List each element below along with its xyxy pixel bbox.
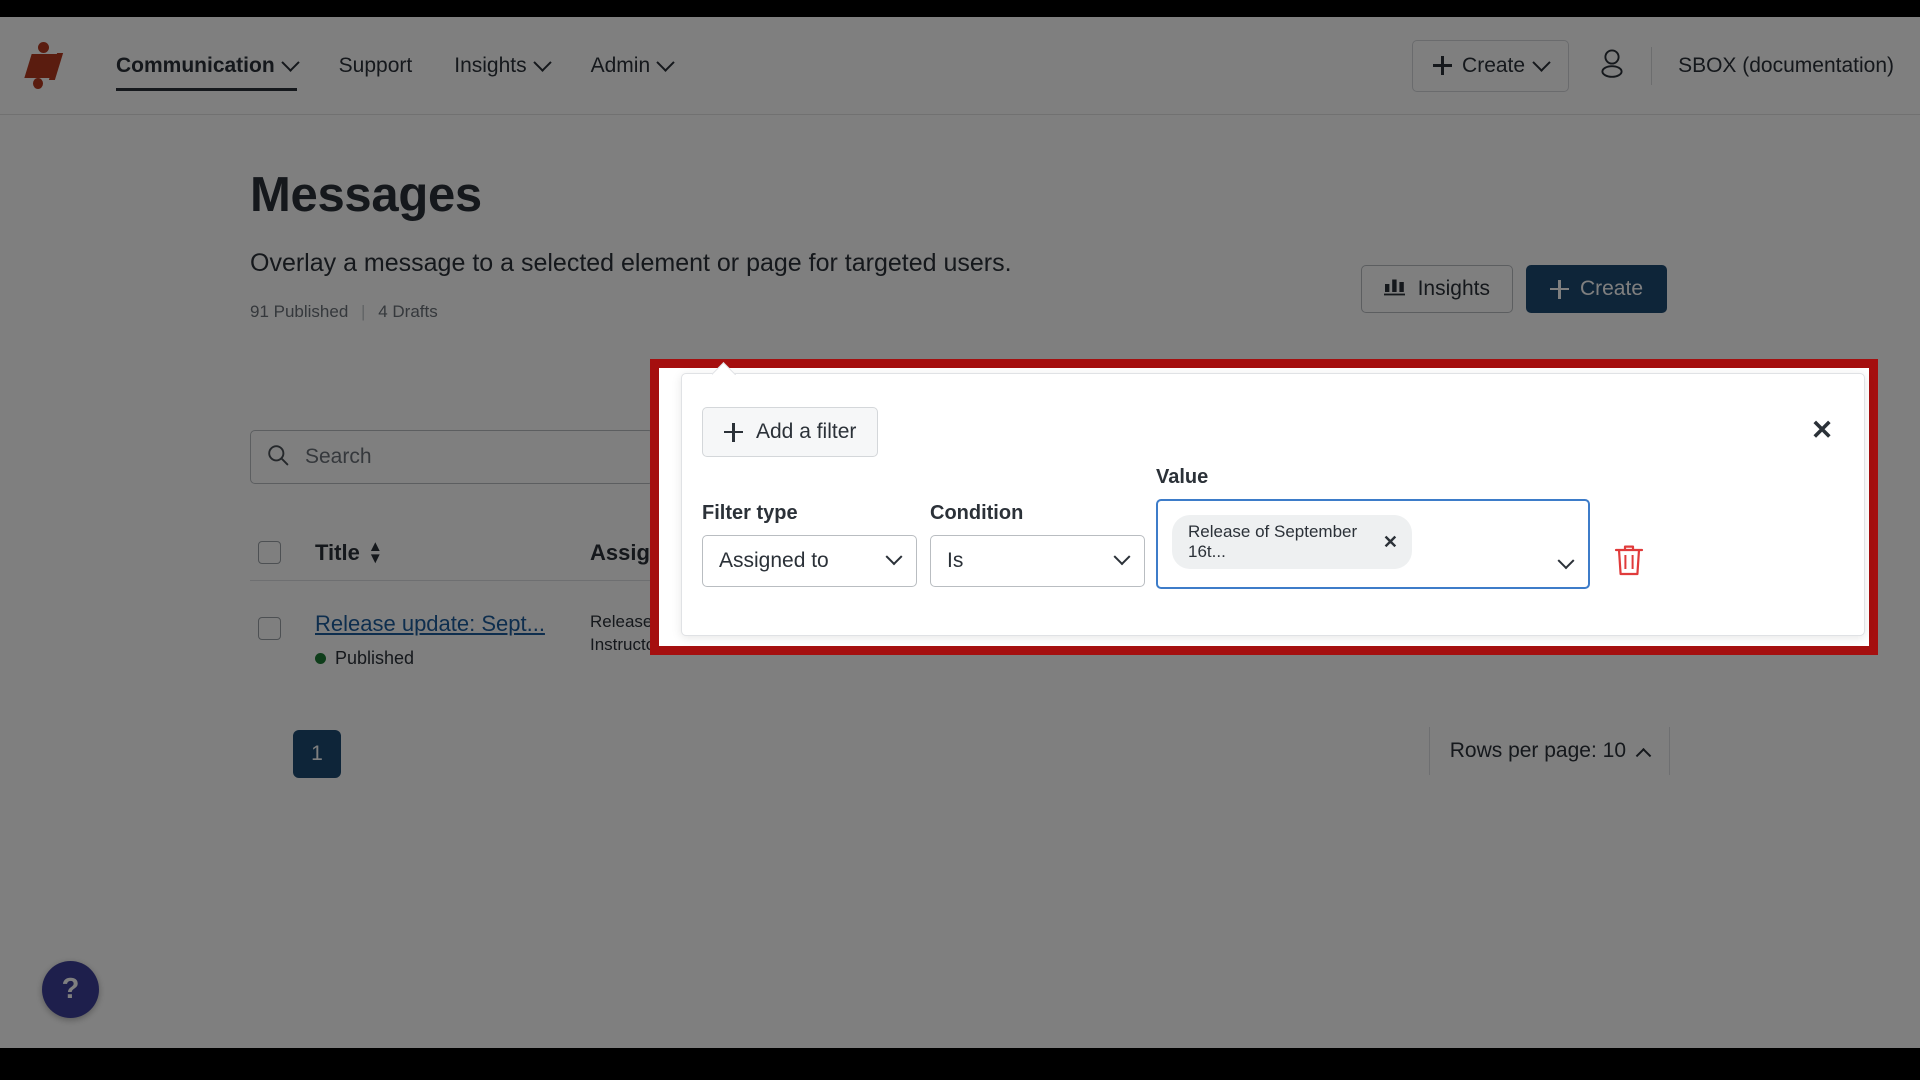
nav-item-support[interactable]: Support (339, 17, 413, 115)
value-multiselect[interactable]: Release of September 16t... ✕ (1156, 499, 1590, 589)
row-title-link[interactable]: Release update: Sept... (315, 611, 545, 637)
column-header-title[interactable]: Title ▲ ▼ (315, 538, 383, 567)
pagination-page-1-button[interactable]: 1 (293, 730, 341, 778)
row-checkbox[interactable] (258, 617, 281, 640)
chevron-down-icon (532, 53, 552, 72)
status-dot-icon (315, 653, 326, 664)
create-label: Create (1579, 277, 1643, 300)
chevron-down-icon (885, 548, 903, 566)
search-icon (267, 444, 289, 471)
column-header-title-label: Title (315, 539, 360, 565)
count-separator: | (361, 302, 366, 321)
plus-icon (1433, 56, 1453, 75)
value-chip-label: Release of September 16t... (1188, 522, 1358, 561)
row-status-label: Published (335, 648, 415, 668)
row-title-cell: Release update: Sept... Published (315, 611, 545, 669)
insights-button[interactable]: Insights (1360, 265, 1513, 313)
value-field: Value Release of September 16t... ✕ (1156, 466, 1590, 589)
page-content: Messages Overlay a message to a selected… (0, 115, 1920, 778)
close-glyph: ✕ (1810, 414, 1834, 445)
nav-item-communication[interactable]: Communication (116, 17, 300, 115)
popover-caret (712, 362, 736, 375)
filter-type-label: Filter type (702, 502, 798, 524)
condition-value: Is (947, 549, 964, 572)
organization-label: SBOX (documentation) (1678, 53, 1894, 77)
add-a-filter-label: Add a filter (756, 420, 857, 443)
bar-chart-icon (1383, 276, 1406, 302)
filter-type-select[interactable]: Assigned to (702, 535, 917, 587)
page-title: Messages (250, 168, 482, 222)
condition-label: Condition (930, 502, 1024, 524)
condition-select[interactable]: Is (930, 535, 1145, 587)
nav-item-label: Admin (590, 53, 651, 77)
nav-item-admin[interactable]: Admin (590, 17, 675, 115)
highlight-frame: Add a filter ✕ Filter type Assigned to C… (650, 359, 1878, 655)
drafts-count: 4 Drafts (378, 302, 438, 321)
condition-field: Condition Is (930, 502, 1145, 587)
help-button[interactable]: ? (42, 961, 99, 1018)
delete-filter-button[interactable] (1612, 542, 1646, 578)
question-mark-icon: ? (61, 973, 80, 1005)
chevron-down-icon[interactable] (1557, 552, 1575, 570)
select-all-checkbox[interactable] (258, 541, 281, 564)
value-label: Value (1156, 466, 1209, 488)
published-count: 91 Published (250, 302, 349, 321)
chevron-down-icon (1113, 548, 1131, 566)
insights-label: Insights (1417, 277, 1490, 300)
nav-item-label: Insights (454, 53, 527, 77)
plus-icon (724, 422, 743, 442)
chevron-down-icon (656, 53, 675, 72)
nav-right-group: Create SBOX (documentation) (1412, 39, 1920, 92)
page-action-buttons: Insights Create (1360, 265, 1667, 313)
chip-remove-icon[interactable]: ✕ (1383, 533, 1398, 551)
create-button[interactable]: Create (1525, 265, 1667, 313)
user-account-icon[interactable] (1599, 48, 1625, 83)
brand-logo-icon[interactable] (22, 40, 74, 92)
nav-divider (1651, 46, 1653, 85)
search-input[interactable] (303, 444, 637, 470)
app-viewport: Communication Support Insights Admin Cre… (0, 17, 1920, 1048)
plus-icon (1549, 279, 1569, 299)
nav-create-button[interactable]: Create (1412, 39, 1570, 92)
chevron-up-icon (1635, 747, 1652, 764)
value-chip: Release of September 16t... ✕ (1172, 515, 1412, 569)
rows-per-page-selector[interactable]: Rows per page: 10 (1428, 727, 1670, 775)
close-icon[interactable]: ✕ (1804, 412, 1840, 448)
filter-type-field: Filter type Assigned to (702, 502, 917, 587)
page-subtitle: Overlay a message to a selected element … (250, 249, 1012, 277)
rows-per-page-label: Rows per page: 10 (1449, 739, 1626, 762)
filter-type-value: Assigned to (719, 549, 829, 572)
chevron-down-icon (280, 53, 300, 72)
nav-item-label: Communication (116, 53, 275, 77)
record-counts: 91 Published | 4 Drafts (250, 302, 1920, 322)
add-a-filter-button[interactable]: Add a filter (702, 407, 879, 457)
top-navigation-bar: Communication Support Insights Admin Cre… (0, 17, 1920, 115)
search-field[interactable] (250, 430, 654, 484)
nav-item-label: Support (338, 53, 413, 77)
filter-popover: Add a filter ✕ Filter type Assigned to C… (681, 373, 1865, 636)
chevron-down-icon (1532, 53, 1551, 72)
row-status: Published (315, 648, 545, 669)
nav-create-label: Create (1462, 53, 1526, 77)
nav-item-insights[interactable]: Insights (454, 17, 552, 115)
sort-arrows-icon: ▲ ▼ (367, 538, 383, 567)
